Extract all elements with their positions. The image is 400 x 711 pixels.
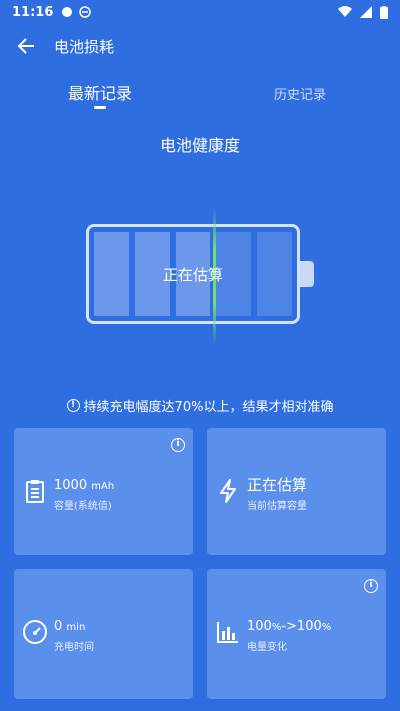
charge-time-value: 0 min — [54, 619, 86, 634]
section-title: 电池健康度 — [159, 136, 240, 155]
battery-cap — [300, 261, 314, 287]
estimate-card: 正在估算 当前估算容量 — [207, 428, 386, 555]
estimate-label: 当前估算容量 — [247, 501, 307, 512]
tab-history[interactable]: 历史记录 — [274, 84, 326, 103]
app-bar: 电池损耗 — [0, 28, 400, 64]
lightning-icon — [220, 479, 236, 503]
bar-chart-icon — [217, 622, 238, 643]
charge-time-label: 充电时间 — [54, 642, 94, 653]
battery-status-text: 正在估算 — [162, 266, 223, 284]
estimate-value: 正在估算 — [247, 476, 308, 494]
exclamation-icon: ! — [66, 399, 80, 412]
battery-status-icon — [380, 5, 388, 19]
tab-bar: 最新记录 历史记录 — [0, 80, 400, 116]
status-bar: 11:16 — [0, 0, 400, 24]
status-time: 11:16 — [12, 4, 54, 20]
notice-text: 持续充电幅度达70%以上，结果才相对准确 — [83, 400, 334, 415]
capacity-card: i 1000 mAh 容量(系统值) — [14, 428, 193, 555]
clipboard-icon — [26, 480, 44, 503]
sync-icon — [79, 6, 92, 18]
arrow-left-icon — [17, 38, 34, 54]
speedometer-icon — [23, 620, 47, 644]
signal-icon — [360, 6, 372, 18]
wifi-icon — [338, 6, 352, 18]
info-icon[interactable]: i — [364, 579, 378, 593]
accuracy-notice: ! 持续充电幅度达70%以上，结果才相对准确 — [0, 396, 400, 415]
capacity-label: 容量(系统值) — [54, 501, 112, 512]
page-title: 电池损耗 — [54, 37, 115, 56]
tab-latest[interactable]: 最新记录 — [68, 80, 132, 104]
info-icon[interactable]: i — [171, 438, 185, 452]
level-change-value: 100%->100% — [247, 619, 332, 634]
tab-indicator — [94, 106, 106, 109]
capacity-value: 1000 mAh — [54, 478, 115, 493]
charge-time-card: 0 min 充电时间 — [14, 569, 193, 699]
level-change-card: i 100%->100% 电量变化 — [207, 569, 386, 699]
level-change-label: 电量变化 — [247, 642, 287, 653]
back-button[interactable] — [14, 34, 38, 58]
app-notification-icon — [62, 7, 73, 17]
